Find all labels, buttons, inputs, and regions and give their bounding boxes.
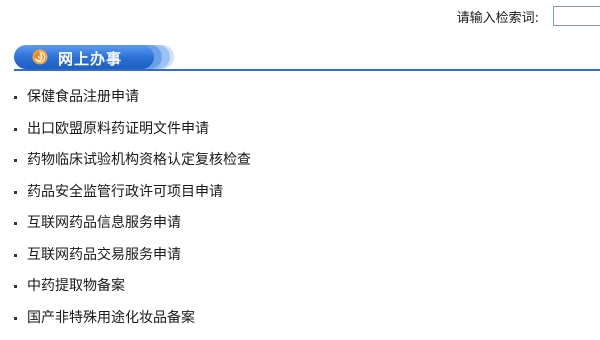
service-list: 保健食品注册申请 出口欧盟原料药证明文件申请 药物临床试验机构资格认定复核检查 … — [14, 88, 251, 340]
service-link[interactable]: 出口欧盟原料药证明文件申请 — [27, 120, 209, 139]
section-title: 网上办事 — [58, 50, 123, 68]
search-bar: 请输入检索词: — [457, 5, 600, 27]
list-item: 中药提取物备案 — [14, 277, 251, 309]
bullet-icon — [14, 190, 17, 194]
bullet-icon — [14, 96, 17, 99]
service-link[interactable]: 药品安全监管行政许可项目申请 — [27, 183, 223, 202]
list-item: 国产非特殊用途化妆品备案 — [14, 309, 251, 340]
service-link[interactable]: 互联网药品交易服务申请 — [27, 246, 181, 265]
list-item: 出口欧盟原料药证明文件申请 — [14, 120, 251, 152]
service-link[interactable]: 保健食品注册申请 — [27, 88, 139, 107]
bullet-icon — [14, 253, 17, 257]
swirl-icon — [32, 49, 48, 65]
search-input[interactable] — [553, 6, 600, 26]
search-label: 请输入检索词: — [456, 10, 539, 26]
service-link[interactable]: 互联网药品信息服务申请 — [27, 214, 181, 233]
bullet-icon — [14, 127, 17, 131]
bullet-icon — [14, 316, 17, 320]
list-item: 互联网药品信息服务申请 — [14, 214, 251, 246]
section-header: 网上办事 — [14, 44, 600, 72]
page: 请输入检索词: 网上办事 保健食品注册申请 出口欧盟原料药证明文件申请 药物临床… — [0, 0, 600, 340]
bullet-icon — [14, 222, 17, 225]
service-link[interactable]: 国产非特殊用途化妆品备案 — [27, 309, 195, 328]
bullet-icon — [14, 285, 17, 288]
header-divider — [14, 69, 600, 71]
list-item: 互联网药品交易服务申请 — [14, 246, 251, 278]
list-item: 保健食品注册申请 — [14, 88, 251, 120]
bullet-icon — [14, 159, 17, 162]
service-link[interactable]: 药物临床试验机构资格认定复核检查 — [27, 151, 251, 170]
list-item: 药品安全监管行政许可项目申请 — [14, 183, 251, 215]
list-item: 药物临床试验机构资格认定复核检查 — [14, 151, 251, 183]
service-link[interactable]: 中药提取物备案 — [27, 277, 125, 296]
